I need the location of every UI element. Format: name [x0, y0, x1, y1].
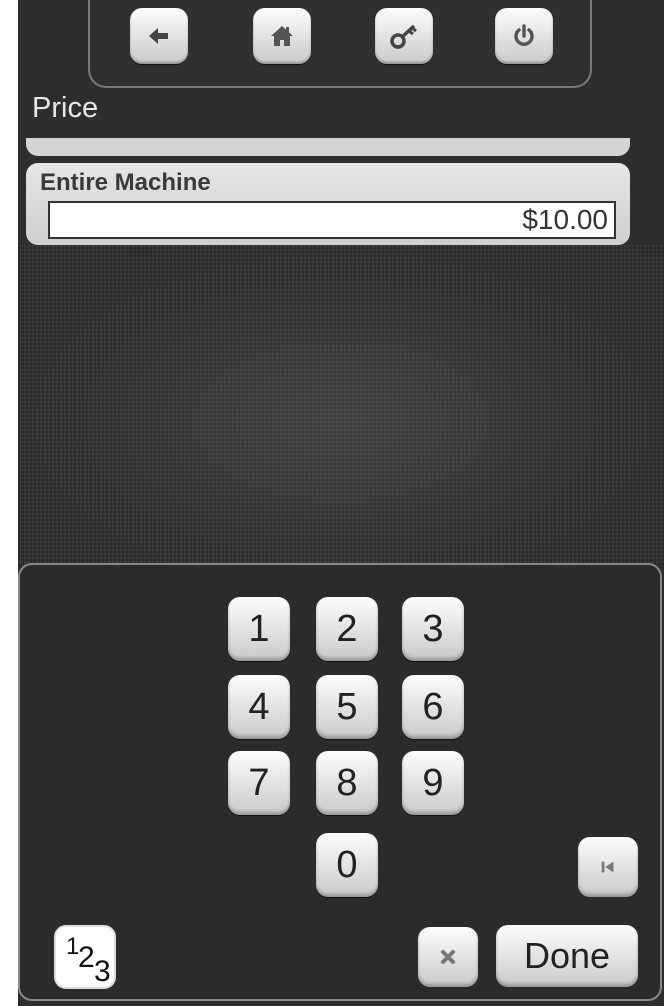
key-7[interactable]: 7: [228, 751, 290, 815]
back-arrow-icon: [149, 28, 168, 44]
numeric-mode-toggle[interactable]: 1 2 3: [54, 925, 116, 989]
top-toolbar: [88, 0, 592, 88]
previous-field-strip: [26, 138, 630, 156]
key-icon: [390, 24, 417, 49]
key-2[interactable]: 2: [316, 597, 378, 661]
power-icon: [514, 24, 534, 46]
mode-digit-3: 3: [94, 955, 111, 988]
key-8[interactable]: 8: [316, 751, 378, 815]
key-0[interactable]: 0: [316, 833, 378, 897]
page-title: Price: [32, 92, 99, 124]
key-1[interactable]: 1: [228, 597, 290, 661]
key-9[interactable]: 9: [402, 751, 464, 815]
key-button[interactable]: [375, 8, 433, 64]
clear-button[interactable]: [418, 927, 478, 987]
price-input[interactable]: [48, 201, 616, 239]
background-pattern: [18, 245, 664, 565]
cursor-start-button[interactable]: [578, 837, 638, 897]
home-icon: [271, 26, 293, 46]
app-screen: Price Entire Machine 1 2 3 4 5 6 7 8 9 0…: [18, 0, 664, 1006]
field-label: Entire Machine: [40, 169, 211, 196]
price-field-card: Entire Machine: [26, 163, 630, 245]
mode-digit-2: 2: [78, 941, 95, 974]
key-3[interactable]: 3: [402, 597, 464, 661]
key-4[interactable]: 4: [228, 675, 290, 739]
close-icon: [441, 950, 455, 964]
numeric-keypad: 1 2 3 4 5 6 7 8 9 0 1 2 3 Done: [18, 563, 662, 1001]
done-button[interactable]: Done: [496, 925, 638, 987]
home-button[interactable]: [253, 8, 311, 64]
key-6[interactable]: 6: [402, 675, 464, 739]
key-5[interactable]: 5: [316, 675, 378, 739]
skip-back-icon: [601, 861, 614, 873]
power-button[interactable]: [495, 8, 553, 64]
back-button[interactable]: [130, 8, 188, 64]
